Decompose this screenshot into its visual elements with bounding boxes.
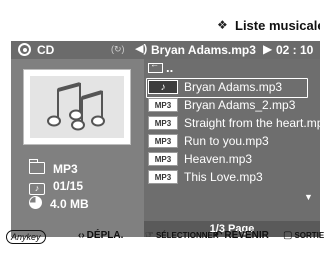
list-item-label: This Love.mp3: [184, 170, 263, 184]
list-item[interactable]: MP3 Straight from the heart.mp3: [148, 115, 320, 131]
list-item[interactable]: MP3 This Love.mp3: [148, 169, 312, 185]
disc-label: CD: [37, 43, 55, 57]
file-type-row: MP3: [28, 159, 78, 176]
parent-folder-label: ..: [166, 60, 174, 75]
file-list: .. ♪ Bryan Adams.mp3 MP3 Bryan Adams_2.m…: [144, 59, 320, 221]
music-note-icon: [47, 82, 105, 131]
anykey-label: Anykey: [6, 230, 46, 244]
move-label: DÉPLA.: [86, 230, 124, 241]
mp3-badge: MP3: [148, 116, 178, 130]
list-item[interactable]: MP3 Heaven.mp3: [148, 151, 312, 167]
return-button[interactable]: ↶ REVENIR: [214, 230, 269, 241]
enter-icon: ☞: [145, 230, 154, 241]
file-size-row: 4.0 MB: [29, 196, 89, 211]
file-size: 4.0 MB: [50, 197, 89, 211]
mp3-badge: MP3: [148, 170, 178, 184]
diamond-icon: ❖: [217, 18, 228, 32]
move-button[interactable]: ‹› DÉPLA.: [78, 230, 123, 241]
navigate-icon: ‹›: [78, 230, 85, 241]
title-bar: ❖ Liste musicale: [11, 11, 320, 41]
info-panel: MP3 ♪ 01/15 4.0 MB: [11, 59, 144, 221]
list-item-label: Straight from the heart.mp3: [184, 116, 320, 130]
anykey-button[interactable]: Anykey: [6, 230, 46, 244]
file-type: MP3: [53, 162, 78, 176]
list-item[interactable]: MP3 Run to you.mp3: [148, 133, 312, 149]
list-item-label: Heaven.mp3: [184, 152, 253, 166]
list-item-label: Bryan Adams_2.mp3: [184, 98, 296, 112]
list-item[interactable]: MP3 Bryan Adams_2.mp3: [148, 97, 312, 113]
folder-up-icon: [148, 59, 163, 73]
scroll-down-icon[interactable]: ▼: [304, 192, 313, 202]
play-icon: ▶: [263, 42, 273, 56]
track-number-row: ♪ 01/15: [29, 179, 83, 195]
music-list-screen: ❖ Liste musicale CD (↻) ◀) Bryan Adams.m…: [11, 11, 320, 245]
elapsed-time: 02 : 10: [276, 43, 314, 57]
speaker-icon: ◀): [135, 43, 148, 55]
size-icon: [29, 196, 42, 209]
note-icon: ♪: [29, 183, 45, 195]
status-bar: CD (↻) ◀) Bryan Adams.mp3 ▶ 02 : 10: [11, 41, 320, 59]
album-art: [23, 69, 131, 145]
button-guide-bar: Anykey ‹› DÉPLA. ☞ SÉLECTIONNER ↶ REVENIR ▢…: [0, 222, 331, 250]
disc-icon: [18, 43, 31, 56]
folder-icon: [28, 159, 45, 174]
return-label: REVENIR: [224, 230, 269, 241]
list-item-label: Run to you.mp3: [184, 134, 269, 148]
repeat-icon: (↻): [111, 44, 125, 54]
select-label: SÉLECTIONNER: [155, 231, 219, 240]
page-title: Liste musicale: [235, 18, 320, 33]
exit-label: SORTIE: [294, 231, 325, 240]
mp3-badge: MP3: [148, 152, 178, 166]
current-file-name: Bryan Adams.mp3: [151, 43, 256, 57]
mp3-badge: MP3: [148, 134, 178, 148]
mp3-badge: MP3: [148, 98, 178, 112]
exit-icon: ▢: [283, 230, 293, 241]
return-icon: ↶: [214, 230, 223, 241]
track-number: 01/15: [53, 179, 84, 193]
note-icon: ♪: [148, 80, 178, 94]
select-button[interactable]: ☞ SÉLECTIONNER: [145, 230, 219, 241]
list-item[interactable]: ♪ Bryan Adams.mp3: [146, 78, 312, 98]
list-item-label: Bryan Adams.mp3: [184, 80, 283, 94]
exit-button[interactable]: ▢ SORTIE: [283, 230, 324, 241]
